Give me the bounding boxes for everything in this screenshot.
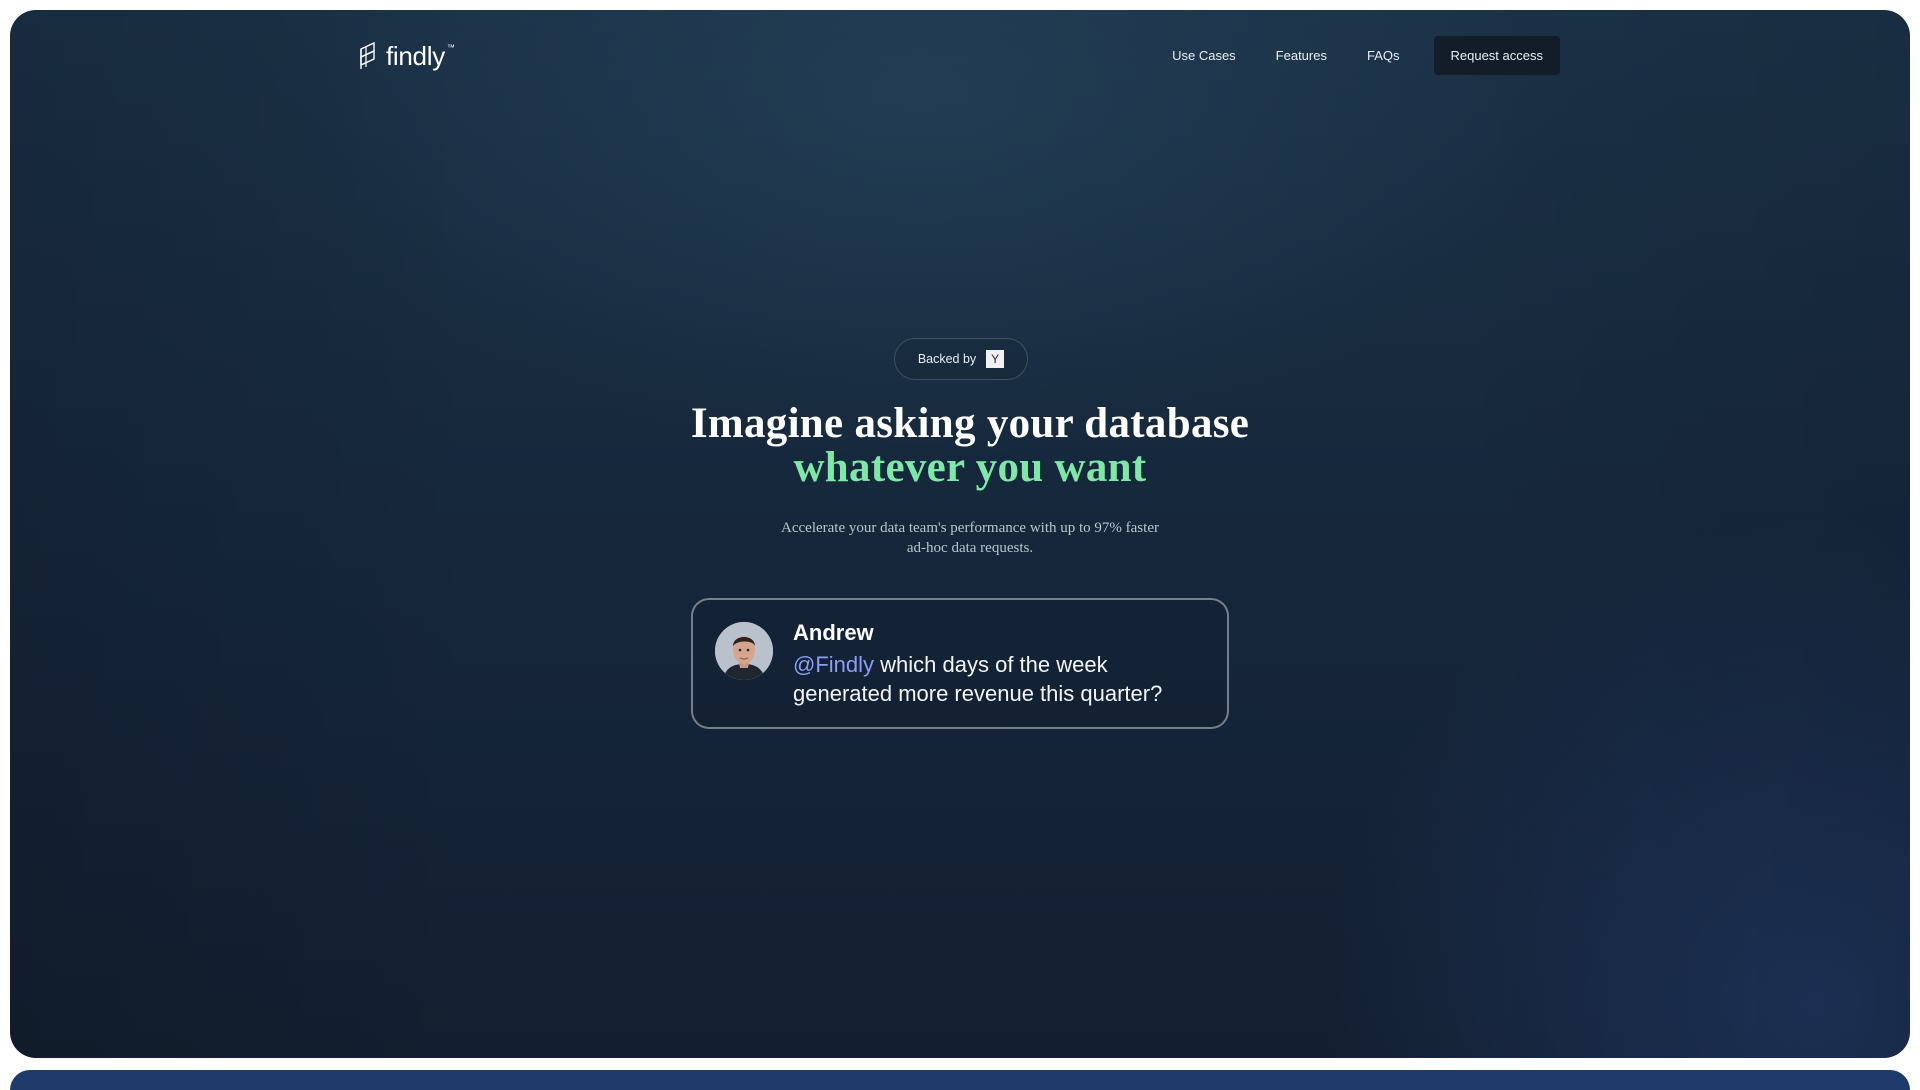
nav-link-features[interactable]: Features xyxy=(1276,48,1327,63)
next-section-edge xyxy=(10,1070,1910,1090)
hero-headline: Imagine asking your database whatever yo… xyxy=(470,402,1470,490)
avatar xyxy=(715,622,773,680)
backed-by-label: Backed by xyxy=(917,352,977,366)
hero-subtitle: Accelerate your data team's performance … xyxy=(781,520,1159,556)
headline-line-2: whatever you want xyxy=(793,444,1147,491)
headline-line-1: Imagine asking your database xyxy=(690,400,1250,447)
chat-message-card: Andrew @Findly which days of the week ge… xyxy=(691,598,1229,729)
y-combinator-logo: Y xyxy=(986,350,1005,368)
findly-logo[interactable]: findly ™ xyxy=(358,38,455,74)
nav-links: Use Cases Features FAQs Request access xyxy=(1172,36,1560,75)
nav-link-use-cases[interactable]: Use Cases xyxy=(1172,48,1236,63)
request-access-button[interactable]: Request access xyxy=(1433,36,1560,75)
backed-by-badge: Backed by Y xyxy=(894,338,1028,380)
nav-link-faqs[interactable]: FAQs xyxy=(1367,48,1400,63)
avatar-portrait-icon xyxy=(715,622,773,680)
findly-mention-link[interactable]: @Findly xyxy=(793,652,874,677)
message-text: @Findly which days of the week generated… xyxy=(793,650,1203,708)
logo-text: findly xyxy=(386,40,445,71)
hero-section: findly ™ Use Cases Features FAQs Request… xyxy=(10,10,1910,1058)
message-author-name: Andrew xyxy=(793,620,874,645)
top-nav: findly ™ Use Cases Features FAQs Request… xyxy=(10,10,1910,110)
logo-trademark: ™ xyxy=(446,42,455,52)
findly-logo-icon xyxy=(360,41,375,69)
